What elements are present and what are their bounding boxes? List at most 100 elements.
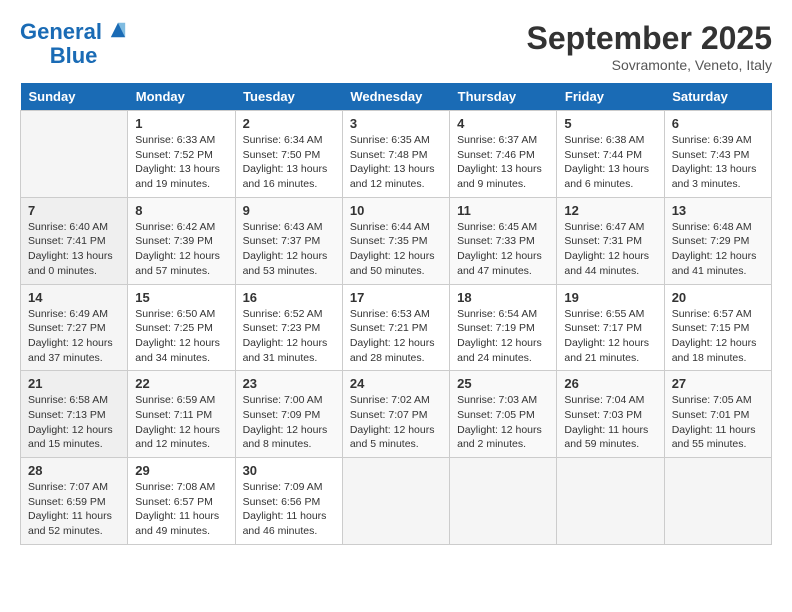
day-info: Sunrise: 7:03 AMSunset: 7:05 PMDaylight:…	[457, 393, 549, 452]
location-subtitle: Sovramonte, Veneto, Italy	[527, 57, 772, 73]
calendar-week-row: 21 Sunrise: 6:58 AMSunset: 7:13 PMDayligh…	[21, 371, 772, 458]
calendar-cell: 19 Sunrise: 6:55 AMSunset: 7:17 PMDayligh…	[557, 284, 664, 371]
calendar-cell: 9Sunrise: 6:43 AMSunset: 7:37 PMDaylight…	[235, 197, 342, 284]
day-info: Sunrise: 6:47 AMSunset: 7:31 PMDaylight:…	[564, 220, 656, 279]
day-number: 19	[564, 290, 656, 305]
day-number: 15	[135, 290, 227, 305]
day-number: 2	[243, 116, 335, 131]
calendar-week-row: 14 Sunrise: 6:49 AMSunset: 7:27 PMDayligh…	[21, 284, 772, 371]
day-number: 26	[564, 376, 656, 391]
day-number: 28	[28, 463, 120, 478]
day-info: Sunrise: 6:37 AMSunset: 7:46 PMDaylight:…	[457, 133, 549, 192]
day-info: Sunrise: 6:49 AMSunset: 7:27 PMDaylight:…	[28, 307, 120, 366]
day-info: Sunrise: 6:38 AMSunset: 7:44 PMDaylight:…	[564, 133, 656, 192]
calendar-week-row: 7 Sunrise: 6:40 AMSunset: 7:41 PMDaylight…	[21, 197, 772, 284]
col-header-monday: Monday	[128, 83, 235, 111]
calendar-header-row: SundayMondayTuesdayWednesdayThursdayFrid…	[21, 83, 772, 111]
day-info: Sunrise: 6:43 AMSunset: 7:37 PMDaylight:…	[243, 220, 335, 279]
calendar-cell: 27 Sunrise: 7:05 AMSunset: 7:01 PMDayligh…	[664, 371, 771, 458]
calendar-cell: 12 Sunrise: 6:47 AMSunset: 7:31 PMDayligh…	[557, 197, 664, 284]
calendar-cell: 28 Sunrise: 7:07 AMSunset: 6:59 PMDayligh…	[21, 458, 128, 545]
day-info: Sunrise: 7:05 AMSunset: 7:01 PMDaylight:…	[672, 393, 764, 452]
calendar-cell: 26 Sunrise: 7:04 AMSunset: 7:03 PMDayligh…	[557, 371, 664, 458]
calendar-cell: 3 Sunrise: 6:35 AMSunset: 7:48 PMDaylight…	[342, 111, 449, 198]
calendar-cell: 11 Sunrise: 6:45 AMSunset: 7:33 PMDayligh…	[450, 197, 557, 284]
day-number: 1	[135, 116, 227, 131]
day-info: Sunrise: 6:44 AMSunset: 7:35 PMDaylight:…	[350, 220, 442, 279]
day-number: 10	[350, 203, 442, 218]
calendar-cell	[664, 458, 771, 545]
day-number: 3	[350, 116, 442, 131]
day-info: Sunrise: 6:45 AMSunset: 7:33 PMDaylight:…	[457, 220, 549, 279]
day-number: 8	[135, 203, 227, 218]
calendar-cell: 16 Sunrise: 6:52 AMSunset: 7:23 PMDayligh…	[235, 284, 342, 371]
day-number: 30	[243, 463, 335, 478]
day-number: 21	[28, 376, 120, 391]
calendar-cell: 2 Sunrise: 6:34 AMSunset: 7:50 PMDaylight…	[235, 111, 342, 198]
day-number: 16	[243, 290, 335, 305]
calendar-cell: 5 Sunrise: 6:38 AMSunset: 7:44 PMDaylight…	[557, 111, 664, 198]
day-number: 6	[672, 116, 764, 131]
day-info: Sunrise: 7:00 AMSunset: 7:09 PMDaylight:…	[243, 393, 335, 452]
col-header-wednesday: Wednesday	[342, 83, 449, 111]
day-info: Sunrise: 6:35 AMSunset: 7:48 PMDaylight:…	[350, 133, 442, 192]
day-info: Sunrise: 6:52 AMSunset: 7:23 PMDaylight:…	[243, 307, 335, 366]
day-info: Sunrise: 6:54 AMSunset: 7:19 PMDaylight:…	[457, 307, 549, 366]
day-number: 7	[28, 203, 120, 218]
calendar-cell: 4 Sunrise: 6:37 AMSunset: 7:46 PMDaylight…	[450, 111, 557, 198]
day-info: Sunrise: 6:34 AMSunset: 7:50 PMDaylight:…	[243, 133, 335, 192]
calendar-table: SundayMondayTuesdayWednesdayThursdayFrid…	[20, 83, 772, 545]
calendar-cell: 30 Sunrise: 7:09 AMSunset: 6:56 PMDayligh…	[235, 458, 342, 545]
day-number: 14	[28, 290, 120, 305]
day-info: Sunrise: 6:59 AMSunset: 7:11 PMDaylight:…	[135, 393, 227, 452]
day-number: 18	[457, 290, 549, 305]
day-number: 27	[672, 376, 764, 391]
calendar-cell: 14 Sunrise: 6:49 AMSunset: 7:27 PMDayligh…	[21, 284, 128, 371]
calendar-cell	[557, 458, 664, 545]
day-info: Sunrise: 6:42 AMSunset: 7:39 PMDaylight:…	[135, 220, 227, 279]
day-info: Sunrise: 6:40 AMSunset: 7:41 PMDaylight:…	[28, 220, 120, 279]
col-header-sunday: Sunday	[21, 83, 128, 111]
day-info: Sunrise: 7:07 AMSunset: 6:59 PMDaylight:…	[28, 480, 120, 539]
day-number: 29	[135, 463, 227, 478]
day-info: Sunrise: 7:04 AMSunset: 7:03 PMDaylight:…	[564, 393, 656, 452]
calendar-cell: 1 Sunrise: 6:33 AMSunset: 7:52 PMDaylight…	[128, 111, 235, 198]
page-header: General Blue September 2025 Sovramonte, …	[20, 20, 772, 73]
day-number: 5	[564, 116, 656, 131]
calendar-cell: 13Sunrise: 6:48 AMSunset: 7:29 PMDayligh…	[664, 197, 771, 284]
title-block: September 2025 Sovramonte, Veneto, Italy	[527, 20, 772, 73]
calendar-cell	[450, 458, 557, 545]
day-number: 12	[564, 203, 656, 218]
calendar-cell: 23Sunrise: 7:00 AMSunset: 7:09 PMDayligh…	[235, 371, 342, 458]
calendar-cell: 10 Sunrise: 6:44 AMSunset: 7:35 PMDayligh…	[342, 197, 449, 284]
calendar-week-row: 28 Sunrise: 7:07 AMSunset: 6:59 PMDayligh…	[21, 458, 772, 545]
col-header-saturday: Saturday	[664, 83, 771, 111]
day-number: 17	[350, 290, 442, 305]
day-info: Sunrise: 6:55 AMSunset: 7:17 PMDaylight:…	[564, 307, 656, 366]
day-number: 4	[457, 116, 549, 131]
day-number: 25	[457, 376, 549, 391]
day-info: Sunrise: 6:48 AMSunset: 7:29 PMDaylight:…	[672, 220, 764, 279]
col-header-thursday: Thursday	[450, 83, 557, 111]
calendar-cell: 7 Sunrise: 6:40 AMSunset: 7:41 PMDaylight…	[21, 197, 128, 284]
calendar-cell: 24 Sunrise: 7:02 AMSunset: 7:07 PMDayligh…	[342, 371, 449, 458]
day-info: Sunrise: 6:50 AMSunset: 7:25 PMDaylight:…	[135, 307, 227, 366]
calendar-week-row: 1 Sunrise: 6:33 AMSunset: 7:52 PMDaylight…	[21, 111, 772, 198]
logo-icon	[109, 21, 127, 39]
calendar-cell: 17Sunrise: 6:53 AMSunset: 7:21 PMDayligh…	[342, 284, 449, 371]
calendar-cell: 20Sunrise: 6:57 AMSunset: 7:15 PMDayligh…	[664, 284, 771, 371]
day-info: Sunrise: 7:09 AMSunset: 6:56 PMDaylight:…	[243, 480, 335, 539]
day-info: Sunrise: 7:08 AMSunset: 6:57 PMDaylight:…	[135, 480, 227, 539]
calendar-cell: 18 Sunrise: 6:54 AMSunset: 7:19 PMDayligh…	[450, 284, 557, 371]
day-number: 24	[350, 376, 442, 391]
calendar-cell	[342, 458, 449, 545]
month-title: September 2025	[527, 20, 772, 57]
day-info: Sunrise: 6:58 AMSunset: 7:13 PMDaylight:…	[28, 393, 120, 452]
day-info: Sunrise: 7:02 AMSunset: 7:07 PMDaylight:…	[350, 393, 442, 452]
calendar-cell: 6Sunrise: 6:39 AMSunset: 7:43 PMDaylight…	[664, 111, 771, 198]
day-info: Sunrise: 6:33 AMSunset: 7:52 PMDaylight:…	[135, 133, 227, 192]
day-number: 11	[457, 203, 549, 218]
calendar-cell: 8 Sunrise: 6:42 AMSunset: 7:39 PMDaylight…	[128, 197, 235, 284]
day-number: 20	[672, 290, 764, 305]
logo: General Blue	[20, 20, 127, 68]
